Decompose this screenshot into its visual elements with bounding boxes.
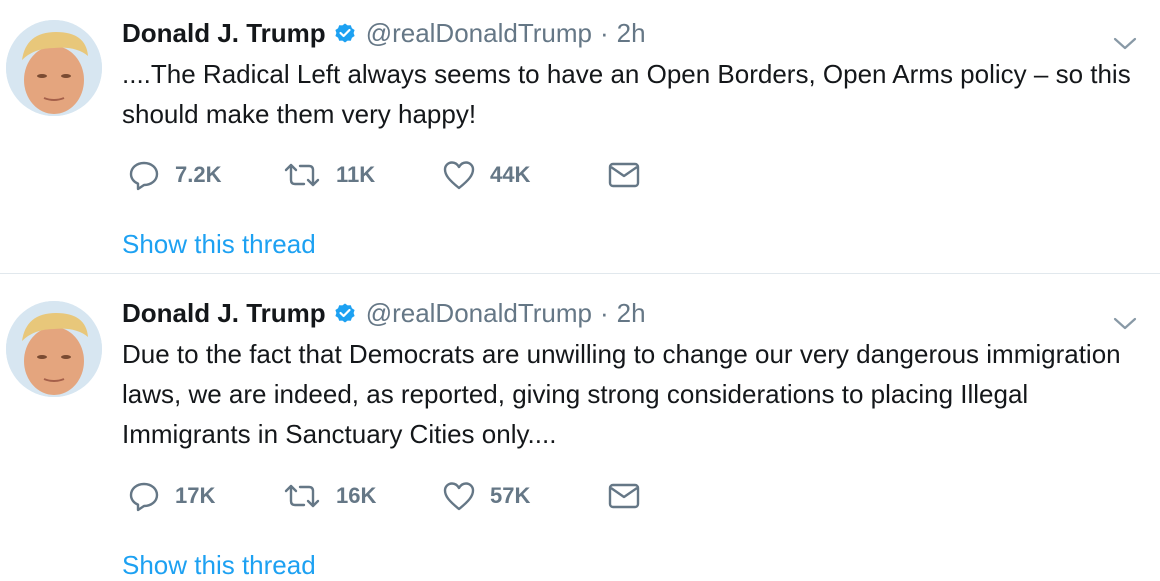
tweet[interactable]: Donald J. Trump @realDonaldTrump · 2h Du… [0,273,1160,580]
avatar-portrait-icon [6,20,102,116]
tweet-content: Donald J. Trump @realDonaldTrump · 2h Du… [122,294,1140,581]
author-name[interactable]: Donald J. Trump [122,18,326,49]
author-handle[interactable]: @realDonaldTrump [366,298,592,329]
reply-button[interactable]: 7.2K [127,158,282,192]
chevron-down-icon[interactable] [1110,28,1140,58]
tweet-header: Donald J. Trump @realDonaldTrump · 2h [122,294,1140,332]
tweet-actions: 17K 16K 57K [122,478,1140,514]
direct-message-button[interactable] [607,479,641,513]
author-handle[interactable]: @realDonaldTrump [366,18,592,49]
like-button[interactable]: 44K [442,158,607,192]
retweet-count: 11K [336,162,376,187]
show-thread-link[interactable]: Show this thread [122,550,1140,581]
author-name[interactable]: Donald J. Trump [122,298,326,329]
tweet-text: Due to the fact that Democrats are unwil… [122,339,1121,449]
avatar[interactable] [6,301,102,397]
tweet-content: Donald J. Trump @realDonaldTrump · 2h ..… [122,14,1140,260]
retweet-icon [284,163,320,187]
tweet-actions: 7.2K 11K 44K [122,157,1140,193]
envelope-icon [608,162,640,188]
timestamp[interactable]: 2h [617,18,646,49]
chevron-down-icon[interactable] [1110,308,1140,338]
separator-dot: · [599,17,609,48]
envelope-icon [608,483,640,509]
retweet-button[interactable]: 11K [282,158,442,192]
like-button[interactable]: 57K [442,479,607,513]
retweet-icon [284,484,320,508]
heart-icon [443,161,475,190]
avatar[interactable] [6,20,102,116]
separator-dot: · [599,297,609,328]
reply-count: 7.2K [175,162,222,187]
show-thread-link[interactable]: Show this thread [122,229,1140,260]
retweet-button[interactable]: 16K [282,479,442,513]
verified-badge-icon [335,303,355,323]
tweet-header: Donald J. Trump @realDonaldTrump · 2h [122,14,1140,52]
heart-icon [443,482,475,511]
reply-count: 17K [175,483,216,508]
reply-button[interactable]: 17K [127,479,282,513]
timestamp[interactable]: 2h [617,298,646,329]
like-count: 44K [490,162,531,187]
like-count: 57K [490,483,531,508]
reply-icon [129,482,159,512]
verified-badge-icon [335,23,355,43]
reply-icon [129,161,159,191]
timeline: Donald J. Trump @realDonaldTrump · 2h ..… [0,0,1160,580]
direct-message-button[interactable] [607,158,641,192]
tweet-text: ....The Radical Left always seems to hav… [122,59,1131,129]
avatar-portrait-icon [6,301,102,397]
retweet-count: 16K [336,483,377,508]
tweet[interactable]: Donald J. Trump @realDonaldTrump · 2h ..… [0,0,1160,273]
